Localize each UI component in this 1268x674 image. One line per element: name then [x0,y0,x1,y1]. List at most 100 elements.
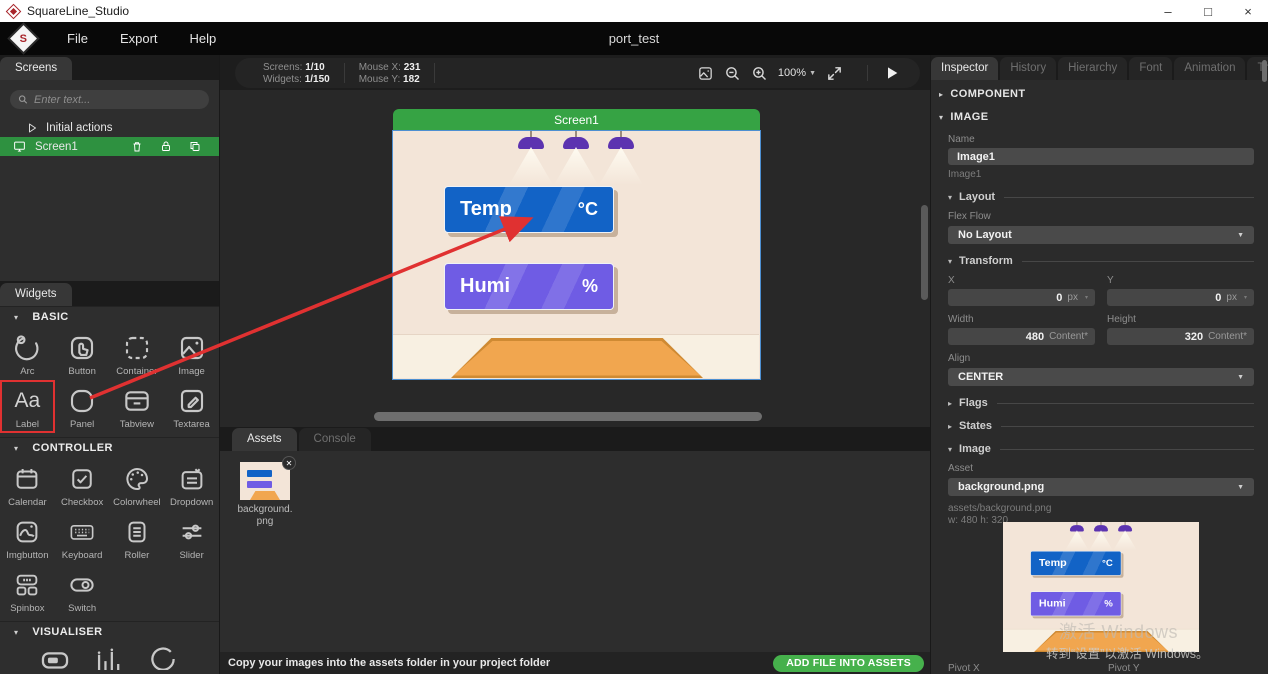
zoom-in-icon[interactable] [751,65,768,82]
widget-item-switch[interactable]: Switch [55,564,110,617]
window-titlebar: SquareLine_Studio – □ × [0,0,1268,22]
tab-animation[interactable]: Animation [1174,57,1245,80]
bar-widget-icon[interactable] [38,642,72,670]
tab-screens[interactable]: Screens [0,57,72,80]
minimize-button[interactable]: – [1148,0,1188,22]
widget-item-keyboard[interactable]: Keyboard [55,511,110,564]
lock-screen-icon[interactable] [160,140,172,153]
tab-inspector[interactable]: Inspector [931,57,998,80]
asset-preview-image: Temp °C Humi % [1003,522,1199,652]
widget-item-tabview[interactable]: Tabview [110,380,165,433]
inspector-panel: Inspector History Hierarchy Font Animati… [930,55,1268,674]
section-controller[interactable]: ▾ CONTROLLER [0,437,219,458]
unit-caret-icon[interactable]: ▾ [1244,294,1247,301]
widget-label: Imgbutton [6,550,48,561]
chevron-down-icon: ▼ [1237,232,1244,239]
x-unit: px [1067,292,1078,303]
align-dropdown[interactable]: CENTER ▼ [948,368,1254,386]
add-file-into-assets-button[interactable]: ADD FILE INTO ASSETS [773,655,924,672]
humi-widget[interactable]: Humi % [444,263,614,310]
flex-flow-dropdown[interactable]: No Layout ▼ [948,226,1254,244]
menu-export[interactable]: Export [104,22,174,55]
zoom-level-dropdown[interactable]: 100%▼ [778,67,816,79]
inspector-scrollbar[interactable] [1262,60,1267,82]
widget-label: Calendar [8,497,47,508]
x-input[interactable]: 0 px ▾ [948,289,1095,306]
transform-section-header[interactable]: ▾ Transform [948,255,1254,267]
name-value: Image1 [957,151,995,163]
flags-section-label: Flags [959,397,988,409]
mouse-coords-group: Mouse X: 231 Mouse Y: 182 [345,62,435,85]
duplicate-screen-icon[interactable] [189,140,201,153]
zoom-out-icon[interactable] [724,65,741,82]
widget-item-panel[interactable]: Panel [55,380,110,433]
mouse-y-label: Mouse Y: [359,74,401,85]
widget-item-roller[interactable]: Roller [110,511,165,564]
screen1-canvas-header[interactable]: Screen1 [393,109,760,130]
widget-item-slider[interactable]: Slider [164,511,219,564]
section-basic[interactable]: ▾ BASIC [0,306,219,327]
tab-history[interactable]: History [1000,57,1056,80]
menu-file[interactable]: File [51,22,104,55]
flags-section-header[interactable]: ▸ Flags [948,397,1254,409]
unit-caret-icon[interactable]: ▾ [1085,294,1088,301]
screens-count-label: Screens: [263,62,302,73]
tab-widgets[interactable]: Widgets [0,283,72,306]
name-input[interactable]: Image1 [948,148,1254,165]
temp-widget[interactable]: Temp °C [444,186,614,233]
widget-item-checkbox[interactable]: Checkbox [55,458,110,511]
screen1-canvas[interactable]: Temp °C Humi % [392,130,761,380]
mouse-x-label: Mouse X: [359,62,401,73]
close-button[interactable]: × [1228,0,1268,22]
layout-section-header[interactable]: ▾ Layout [948,191,1254,203]
canvas-toolbar: Screens: 1/10 Widgets: 1/150 Mouse X: 23… [235,58,920,88]
component-section-header[interactable]: ▸ COMPONENT [931,85,1268,103]
search-input[interactable] [34,94,201,106]
widget-item-calendar[interactable]: Calendar [0,458,55,511]
widget-item-arc[interactable]: Arc [0,327,55,380]
section-visualiser[interactable]: ▾ VISUALISER [0,621,219,642]
remove-asset-icon[interactable]: ✕ [282,456,296,470]
asset-dropdown[interactable]: background.png ▼ [948,478,1254,496]
tab-hierarchy[interactable]: Hierarchy [1058,57,1127,80]
widget-item-textarea[interactable]: Textarea [164,380,219,433]
canvas-vertical-scrollbar[interactable] [921,205,928,300]
height-input[interactable]: 320 Content* [1107,328,1254,345]
screens-search[interactable] [10,90,209,109]
widget-item-imgbutton[interactable]: Imgbutton [0,511,55,564]
states-section-header[interactable]: ▸ States [948,420,1254,432]
tab-font[interactable]: Font [1129,57,1172,80]
play-button[interactable] [867,65,900,81]
widget-item-colorwheel[interactable]: Colorwheel [110,458,165,511]
mouse-x-value: 231 [404,62,421,73]
widget-item-spinbox[interactable]: Spinbox [0,564,55,617]
asset-thumbnail[interactable]: ✕ [240,462,290,500]
widget-label: Slider [179,550,203,561]
y-input[interactable]: 0 px ▾ [1107,289,1254,306]
width-input[interactable]: 480 Content* [948,328,1095,345]
canvas-area[interactable]: Screen1 Temp °C Humi % [220,90,930,427]
widget-item-button[interactable]: Button [55,327,110,380]
fullscreen-icon[interactable] [826,65,843,82]
widget-item-container[interactable]: Container [110,327,165,380]
asset-background-png[interactable]: ✕ background.png [237,462,293,528]
widget-item-image[interactable]: Image [164,327,219,380]
menu-help[interactable]: Help [174,22,233,55]
tab-console[interactable]: Console [299,428,371,451]
image-section-header[interactable]: ▾ IMAGE [931,108,1268,126]
tab-assets[interactable]: Assets [232,428,297,451]
fit-image-icon[interactable] [697,65,714,82]
textarea-icon [176,383,208,419]
canvas-horizontal-scrollbar[interactable] [374,412,762,421]
spinner-widget-icon[interactable] [146,642,180,670]
image-sub-section-header[interactable]: ▾ Image [948,443,1254,455]
maximize-button[interactable]: □ [1188,0,1228,22]
chevron-down-icon: ▼ [1237,484,1244,491]
chart-widget-icon[interactable] [92,642,126,670]
widget-item-dropdown[interactable]: Dropdown [164,458,219,511]
delete-screen-icon[interactable] [131,140,143,153]
section-visualiser-label: VISUALISER [32,626,102,638]
initial-actions-item[interactable]: Initial actions [0,118,219,137]
screen1-item[interactable]: Screen1 [0,137,219,156]
widget-item-label[interactable]: Aa Label [0,380,55,433]
